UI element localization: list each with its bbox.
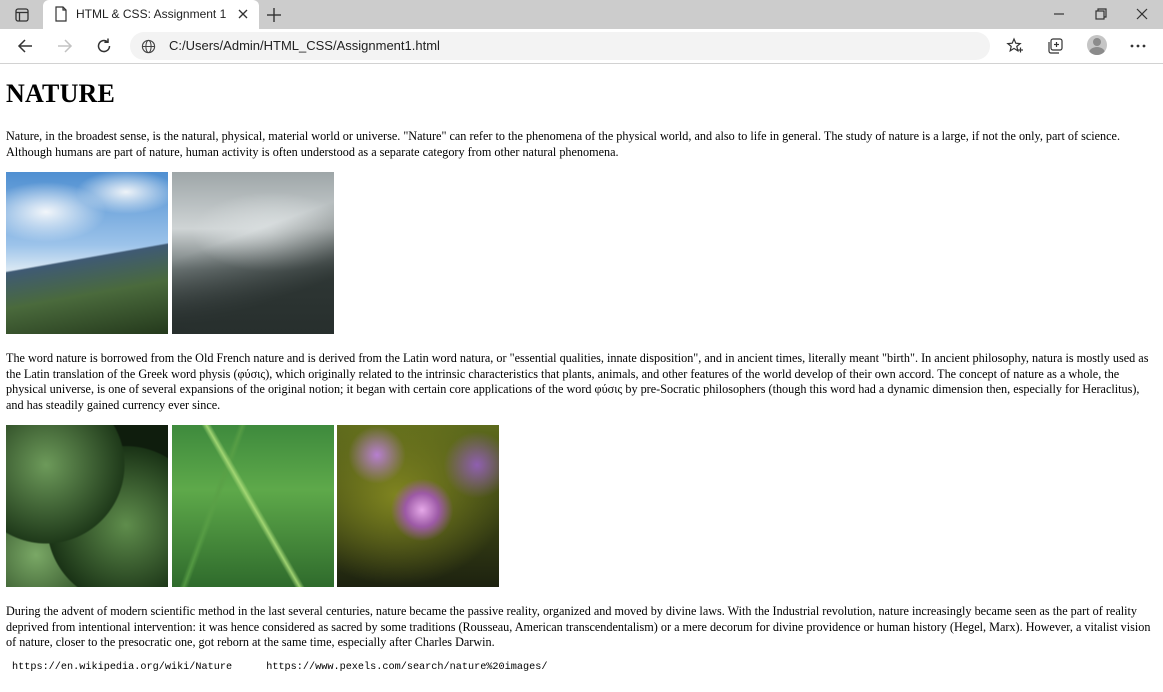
paragraph-etymology: The word nature is borrowed from the Old… — [6, 351, 1149, 412]
collections-icon[interactable] — [1046, 37, 1064, 55]
new-tab-icon[interactable] — [265, 6, 283, 24]
tab-actions-button[interactable] — [8, 4, 36, 26]
wikipedia-link[interactable]: https://en.wikipedia.org/wiki/Nature — [12, 662, 232, 673]
page-icon — [55, 6, 67, 22]
more-options-icon[interactable] — [1129, 37, 1147, 55]
page-heading: NATURE — [6, 79, 116, 108]
source-links: https://en.wikipedia.org/wiki/Nature htt… — [12, 662, 575, 673]
grass-image — [172, 425, 334, 587]
active-tab[interactable]: HTML & CSS: Assignment 1 — [43, 0, 259, 29]
mountain-image — [6, 172, 168, 334]
foggy-forest-image — [172, 172, 334, 334]
browser-toolbar: C:/Users/Admin/HTML_CSS/Assignment1.html — [0, 29, 1163, 64]
forward-icon[interactable] — [56, 37, 74, 55]
tab-actions-icon — [15, 8, 29, 22]
favorites-icon[interactable] — [1006, 37, 1024, 55]
refresh-icon[interactable] — [95, 37, 113, 55]
close-window-icon[interactable] — [1133, 5, 1151, 23]
paragraph-intro: Nature, in the broadest sense, is the na… — [6, 129, 1121, 159]
profile-avatar[interactable] — [1087, 35, 1107, 55]
globe-icon[interactable] — [141, 39, 156, 54]
tab-close-icon[interactable] — [236, 7, 250, 21]
flower-image — [337, 425, 499, 587]
tab-strip: HTML & CSS: Assignment 1 — [0, 0, 1163, 29]
page-content: NATURE Nature, in the broadest sense, is… — [0, 64, 1163, 692]
back-icon[interactable] — [16, 37, 34, 55]
pexels-link[interactable]: https://www.pexels.com/search/nature%20i… — [266, 662, 547, 673]
address-bar[interactable]: C:/Users/Admin/HTML_CSS/Assignment1.html — [130, 32, 990, 60]
minimize-icon[interactable] — [1050, 5, 1068, 23]
tab-title: HTML & CSS: Assignment 1 — [76, 7, 227, 21]
leaves-image — [6, 425, 168, 587]
paragraph-history: During the advent of modern scientific m… — [6, 604, 1151, 650]
address-text[interactable]: C:/Users/Admin/HTML_CSS/Assignment1.html — [169, 38, 440, 53]
restore-icon[interactable] — [1092, 5, 1110, 23]
